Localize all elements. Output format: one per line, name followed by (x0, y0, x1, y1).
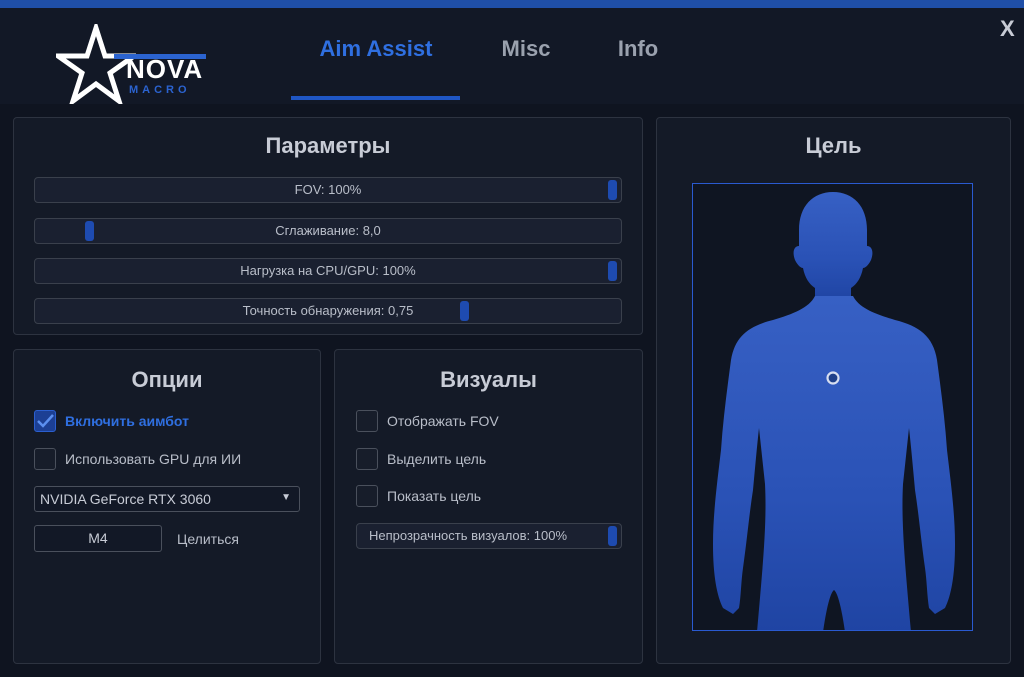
cpu-gpu-load-slider-label: Нагрузка на CPU/GPU: 100% (240, 263, 416, 278)
fov-slider-label: FOV: 100% (294, 182, 362, 197)
cpu-gpu-load-slider-thumb[interactable] (608, 261, 617, 281)
nova-macro-logo: NOVA MACRO (56, 24, 216, 108)
highlight-target-checkbox[interactable] (356, 448, 378, 470)
use-gpu-checkbox[interactable] (34, 448, 56, 470)
smoothing-slider-label: Сглаживание: 8,0 (275, 223, 381, 238)
params-title: Параметры (265, 133, 391, 158)
visuals-opacity-slider[interactable]: Непрозрачность визуалов: 100% (356, 523, 622, 549)
visuals-title: Визуалы (440, 367, 537, 392)
human-silhouette-icon (713, 192, 955, 630)
tab-info[interactable]: Info (614, 36, 662, 80)
fov-slider-thumb[interactable] (608, 180, 617, 200)
gpu-select[interactable]: NVIDIA GeForce RTX 3060 ▼ (34, 486, 300, 512)
show-fov-row[interactable]: Отображать FOV (356, 410, 616, 436)
aim-keybind-label: Целиться (177, 531, 239, 547)
use-gpu-row[interactable]: Использовать GPU для ИИ (34, 448, 294, 474)
star-icon (56, 24, 136, 104)
active-tab-indicator (291, 96, 460, 100)
show-target-checkbox[interactable] (356, 485, 378, 507)
tab-aim-assist[interactable]: Aim Assist (316, 36, 436, 80)
target-point-icon[interactable] (825, 370, 841, 386)
aim-keybind-button[interactable]: M4 (34, 525, 162, 552)
close-button[interactable]: X (1000, 16, 1015, 42)
enable-aimbot-label: Включить аимбот (65, 413, 189, 429)
header-bar: NOVA MACRO Aim Assist Misc Info X (0, 8, 1024, 104)
show-target-label: Показать цель (387, 488, 482, 504)
top-accent-bar (0, 0, 1024, 8)
highlight-target-label: Выделить цель (387, 451, 487, 467)
cpu-gpu-load-slider[interactable]: Нагрузка на CPU/GPU: 100% (34, 258, 622, 284)
detection-accuracy-slider[interactable]: Точность обнаружения: 0,75 (34, 298, 622, 324)
enable-aimbot-row[interactable]: Включить аимбот (34, 410, 294, 436)
dropdown-arrow-icon: ▼ (281, 492, 291, 503)
logo-subtext: MACRO (129, 84, 191, 96)
show-target-row[interactable]: Показать цель (356, 485, 616, 511)
smoothing-slider-thumb[interactable] (84, 221, 94, 241)
detection-accuracy-slider-thumb[interactable] (460, 301, 470, 321)
detection-accuracy-slider-label: Точность обнаружения: 0,75 (242, 303, 414, 318)
logo-text: NOVA (126, 54, 204, 84)
visuals-opacity-slider-label: Непрозрачность визуалов: 100% (369, 528, 568, 543)
show-fov-label: Отображать FOV (387, 413, 499, 429)
highlight-target-row[interactable]: Выделить цель (356, 448, 616, 474)
fov-slider[interactable]: FOV: 100% (34, 177, 622, 203)
enable-aimbot-checkbox[interactable] (34, 410, 56, 432)
visuals-opacity-slider-thumb[interactable] (608, 526, 617, 546)
target-title: Цель (805, 133, 862, 158)
checkmark-icon (37, 414, 54, 428)
show-fov-checkbox[interactable] (356, 410, 378, 432)
gpu-select-value: NVIDIA GeForce RTX 3060 (40, 491, 211, 507)
options-title: Опции (131, 367, 203, 392)
smoothing-slider[interactable]: Сглаживание: 8,0 (34, 218, 622, 244)
tab-misc[interactable]: Misc (496, 36, 556, 80)
use-gpu-label: Использовать GPU для ИИ (65, 451, 242, 467)
target-preview-frame[interactable] (692, 183, 973, 631)
